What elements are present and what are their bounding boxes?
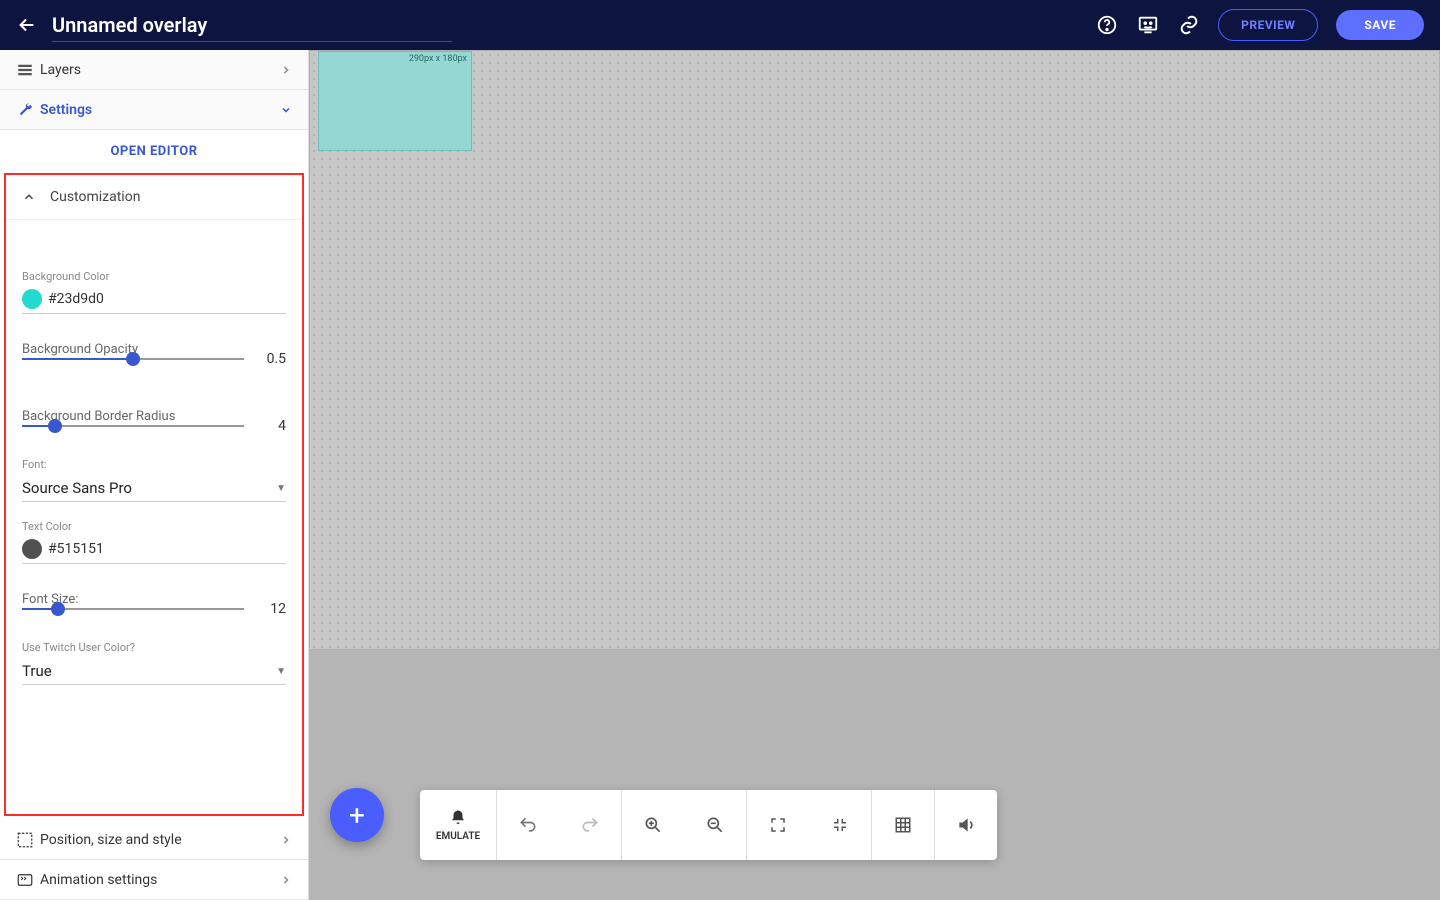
bg-color-swatch <box>22 289 42 309</box>
bg-color-value: #23d9d0 <box>48 291 104 307</box>
overlay-title-input[interactable] <box>52 9 452 42</box>
app-header: PREVIEW SAVE <box>0 0 1440 50</box>
bg-radius-slider[interactable] <box>22 416 244 436</box>
customization-highlight-box: Customization Background Color #23d9d0 B… <box>4 173 304 816</box>
display-icon[interactable] <box>1136 14 1160 36</box>
settings-panel-row[interactable]: Settings <box>0 90 308 130</box>
chevron-right-icon <box>280 834 292 846</box>
overlay-widget[interactable]: 290px x 180px <box>318 51 472 151</box>
undo-button[interactable] <box>497 790 559 860</box>
animation-panel-row[interactable]: Animation settings <box>0 860 308 900</box>
save-button[interactable]: SAVE <box>1336 10 1424 40</box>
bottom-toolbar: EMULATE <box>420 790 997 860</box>
text-color-value: #515151 <box>48 541 104 557</box>
text-color-swatch <box>22 539 42 559</box>
overlay-dimensions-label: 290px x 180px <box>409 54 467 64</box>
bg-color-field[interactable]: #23d9d0 <box>22 289 286 314</box>
position-label: Position, size and style <box>40 832 280 848</box>
emulate-button[interactable]: EMULATE <box>420 790 496 860</box>
preview-button[interactable]: PREVIEW <box>1218 9 1318 41</box>
position-panel-row[interactable]: Position, size and style <box>0 820 308 860</box>
back-arrow-icon[interactable] <box>16 14 38 36</box>
exit-fullscreen-button[interactable] <box>809 790 871 860</box>
help-icon[interactable] <box>1096 14 1118 36</box>
font-select[interactable]: Source Sans Pro ▼ <box>22 475 286 502</box>
bg-opacity-value: 0.5 <box>258 351 286 367</box>
chevron-right-icon <box>280 64 292 76</box>
animation-label: Animation settings <box>40 872 280 888</box>
add-button[interactable]: + <box>330 788 384 842</box>
layers-icon <box>16 61 40 79</box>
emulate-label: EMULATE <box>436 831 480 842</box>
chevron-down-icon <box>280 104 292 116</box>
layers-panel-row[interactable]: Layers <box>0 50 308 90</box>
bg-opacity-slider[interactable] <box>22 349 244 369</box>
caret-down-icon: ▼ <box>276 666 286 677</box>
layers-label: Layers <box>40 62 280 78</box>
editor-canvas[interactable]: 290px x 180px <box>309 50 1440 650</box>
plus-icon: + <box>349 799 365 832</box>
chevron-up-icon <box>22 190 36 204</box>
font-size-value: 12 <box>258 601 286 617</box>
text-color-label: Text Color <box>22 520 286 533</box>
animation-icon <box>16 871 40 889</box>
fullscreen-button[interactable] <box>747 790 809 860</box>
wrench-icon <box>16 101 40 119</box>
caret-down-icon: ▼ <box>276 483 286 494</box>
zoom-out-button[interactable] <box>684 790 746 860</box>
zoom-in-button[interactable] <box>622 790 684 860</box>
sound-button[interactable] <box>935 790 997 860</box>
bell-icon <box>449 809 467 827</box>
position-icon <box>16 831 40 849</box>
twitch-color-label: Use Twitch User Color? <box>22 641 286 654</box>
link-icon[interactable] <box>1178 14 1200 36</box>
grid-toggle-button[interactable] <box>872 790 934 860</box>
font-label: Font: <box>22 458 286 471</box>
customization-section-header[interactable]: Customization <box>6 175 302 220</box>
settings-label: Settings <box>40 102 280 118</box>
chevron-right-icon <box>280 874 292 886</box>
font-value: Source Sans Pro <box>22 479 132 497</box>
sidebar: Layers Settings OPEN EDITOR Customizatio… <box>0 50 309 900</box>
twitch-color-value: True <box>22 662 52 680</box>
redo-button[interactable] <box>559 790 621 860</box>
bg-color-label: Background Color <box>22 270 286 283</box>
font-size-slider[interactable] <box>22 599 244 619</box>
open-editor-link[interactable]: OPEN EDITOR <box>0 130 308 173</box>
text-color-field[interactable]: #515151 <box>22 539 286 564</box>
twitch-color-select[interactable]: True ▼ <box>22 658 286 685</box>
customization-title: Customization <box>50 189 140 205</box>
bg-radius-value: 4 <box>258 418 286 434</box>
